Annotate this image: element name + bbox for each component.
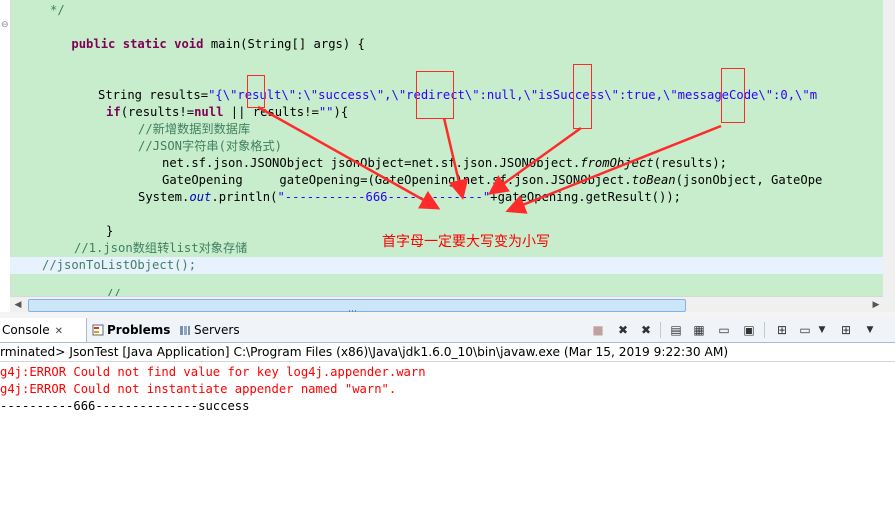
word-wrap-icon[interactable]: ▦ — [691, 322, 707, 338]
servers-icon — [180, 325, 190, 335]
pin-console-icon[interactable]: ⊞ — [774, 322, 790, 338]
scroll-right-icon[interactable]: ▶ — [870, 299, 882, 311]
console-line: g4j:ERROR Could not instantiate appender… — [0, 382, 397, 396]
scroll-left-icon[interactable]: ◀ — [12, 299, 24, 311]
scrollbar-corner — [883, 296, 895, 312]
console-line: ----------666--------------success — [0, 399, 250, 413]
tab-servers[interactable]: Servers — [179, 318, 240, 342]
problems-icon — [92, 324, 104, 335]
open-console-icon[interactable]: ⊞ — [838, 322, 854, 338]
grip-lines-icon — [349, 302, 358, 317]
arrow-from-issuccess — [487, 126, 582, 195]
view-menu-icon[interactable]: ▼ — [862, 322, 878, 338]
scroll-lock-icon[interactable]: ▤ — [668, 322, 684, 338]
arrow-from-result — [257, 105, 441, 210]
console-output[interactable]: g4j:ERROR Could not find value for key l… — [0, 362, 895, 515]
tab-problems-label: Problems — [107, 323, 171, 337]
chevron-down-icon[interactable]: ▼ — [814, 322, 830, 338]
view-tab-bar: Console ✕ Problems Servers ■ ✖ ✖ ▤ ▦ ▭ ▣ … — [0, 318, 895, 343]
close-icon[interactable]: ✕ — [55, 320, 63, 344]
toolbar-separator — [660, 322, 661, 338]
remove-launch-icon[interactable]: ✖ — [615, 322, 631, 338]
arrow-from-redirect — [442, 117, 469, 200]
show-stdout-icon[interactable]: ▭ — [716, 322, 732, 338]
horizontal-scrollbar[interactable]: ◀ ▶ — [10, 296, 883, 317]
tab-console[interactable]: Console ✕ — [0, 318, 87, 342]
annotation-arrows — [257, 105, 722, 214]
console-status-line: rminated> JsonTest [Java Application] C:… — [0, 343, 895, 362]
display-console-icon[interactable]: ▭ — [797, 322, 813, 338]
toolbar-separator — [764, 322, 765, 338]
terminate-icon[interactable]: ■ — [590, 322, 606, 338]
scrollbar-thumb[interactable] — [28, 299, 686, 317]
annotation-text: 首字母一定要大写变为小写 — [382, 234, 550, 250]
remove-all-icon[interactable]: ✖ — [638, 322, 654, 338]
code-editor[interactable]: ⊖ */ public static void main(String[] ar… — [0, 0, 895, 296]
tab-servers-label: Servers — [194, 323, 240, 337]
vertical-scrollbar[interactable] — [883, 0, 895, 296]
show-stderr-icon[interactable]: ▣ — [741, 322, 757, 338]
console-line: g4j:ERROR Could not find value for key l… — [0, 365, 426, 379]
tab-problems[interactable]: Problems — [92, 318, 170, 342]
tab-console-label: Console — [2, 323, 50, 337]
arrow-from-messagecode — [505, 124, 722, 214]
